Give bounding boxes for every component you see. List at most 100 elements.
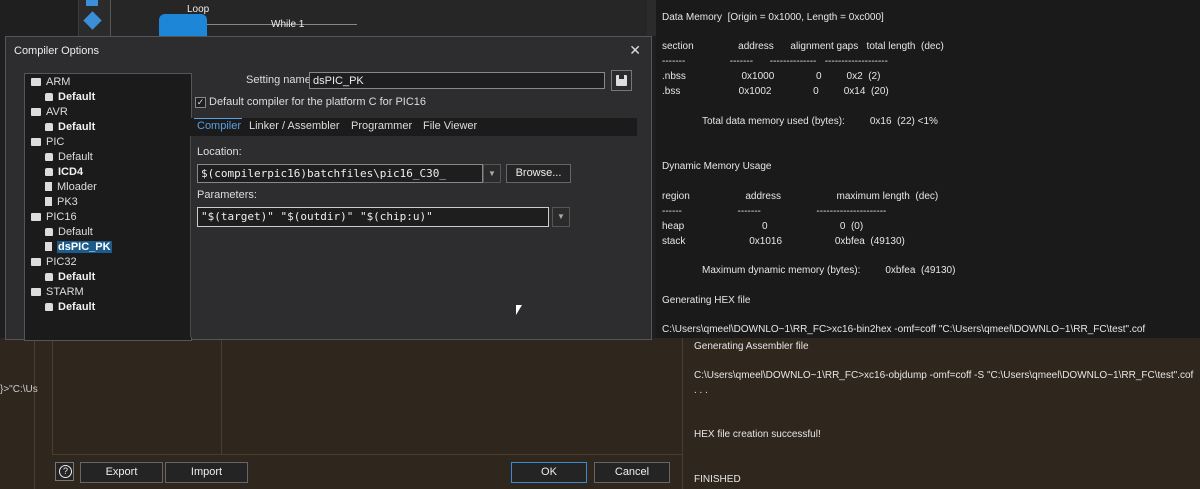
tree-item-label: Default [58, 301, 96, 313]
parameters-dropdown-button[interactable]: ▼ [552, 207, 570, 227]
tree-item-label: PK3 [57, 196, 78, 208]
console-line: C:\Users\qmeel\DOWNLO~1\RR_FC>xc16-objdu… [694, 370, 1194, 381]
document-icon [45, 197, 52, 206]
default-compiler-checkbox[interactable]: ✓ [195, 97, 206, 108]
tree-item-label: ICD4 [58, 166, 84, 178]
tree-item-label: ARM [46, 76, 71, 88]
tree-item-starm-default[interactable]: Default [45, 301, 95, 313]
folder-icon [31, 108, 41, 116]
tab-file-viewer[interactable]: File Viewer [423, 120, 477, 132]
left-pane-text: }>"C:\Us [0, 384, 38, 395]
lock-icon [45, 93, 53, 101]
pane-divider [34, 338, 35, 489]
lock-icon [45, 123, 53, 131]
parameters-input[interactable]: "$(target)" "$(outdir)" "$(chip:u)" [197, 207, 549, 227]
tree-item-pic-mloader[interactable]: Mloader [45, 181, 97, 193]
setting-name-label: Setting name: [246, 74, 314, 86]
compiler-tree[interactable]: ARM Default AVR Default PIC Default ICD4… [24, 73, 192, 341]
console-line: heap 0 0 (0) [662, 221, 864, 232]
tree-folder-starm[interactable]: STARM [31, 286, 84, 298]
import-button[interactable]: Import [165, 462, 248, 483]
output-console[interactable]: Data Memory [Origin = 0x1000, Length = 0… [656, 0, 1200, 338]
tab-bar: Compiler Linker / Assembler Programmer F… [190, 118, 637, 136]
console-line: Generating Assembler file [694, 341, 809, 352]
tree-item-label: Default [58, 151, 93, 163]
tree-folder-pic16[interactable]: PIC16 [31, 211, 77, 223]
tree-item-pic-pk3[interactable]: PK3 [45, 196, 78, 208]
lock-icon [45, 153, 53, 161]
console-line: Generating HEX file [662, 295, 751, 306]
floppy-disk-shutter [619, 75, 624, 79]
tree-item-label: PIC16 [46, 211, 77, 223]
mouse-pointer-icon [516, 305, 522, 315]
dialog-title: Compiler Options [14, 45, 99, 57]
tree-item-avr-default[interactable]: Default [45, 121, 95, 133]
tree-item-label: PIC [46, 136, 65, 148]
pane-divider [52, 338, 53, 454]
folder-icon [31, 138, 41, 146]
while-label: While 1 [271, 19, 305, 30]
active-tab-indicator [194, 118, 242, 119]
tab-linker-assembler[interactable]: Linker / Assembler [249, 120, 339, 132]
folder-icon [31, 258, 41, 266]
setting-name-input[interactable]: dsPIC_PK [309, 72, 605, 89]
folder-icon [31, 213, 41, 221]
console-line: HEX file creation successful! [694, 429, 821, 440]
flowchart-canvas[interactable]: Loop While 1 [110, 0, 647, 36]
lock-icon [45, 228, 53, 236]
console-line: FINISHED [694, 474, 741, 485]
tab-compiler[interactable]: Compiler [197, 120, 241, 132]
export-button[interactable]: Export [80, 462, 163, 483]
browse-button[interactable]: Browse... [506, 164, 571, 183]
output-console-lower[interactable]: Generating Assembler file C:\Users\qmeel… [688, 338, 1200, 489]
folder-icon [31, 78, 41, 86]
tree-item-arm-default[interactable]: Default [45, 91, 95, 103]
tab-programmer[interactable]: Programmer [351, 120, 412, 132]
cancel-button[interactable]: Cancel [594, 462, 670, 483]
tree-item-label: Mloader [57, 181, 97, 193]
console-line: region address maximum length (dec) [662, 191, 939, 202]
ok-button[interactable]: OK [511, 462, 587, 483]
location-input[interactable]: $(compilerpic16)batchfiles\pic16_C30_ [197, 164, 483, 183]
console-line: C:\Users\qmeel\DOWNLO~1\RR_FC>xc16-bin2h… [662, 324, 1146, 335]
save-button[interactable] [611, 70, 632, 91]
tree-item-label: Default [58, 91, 96, 103]
tree-folder-pic[interactable]: PIC [31, 136, 64, 148]
tree-item-label: STARM [46, 286, 84, 298]
tree-item-pic32-default[interactable]: Default [45, 271, 95, 283]
console-line: ------- ------- -------------- ---------… [662, 56, 888, 67]
tree-item-pic16-default[interactable]: Default [45, 226, 93, 238]
console-line: Maximum dynamic memory (bytes): 0xbfea (… [702, 265, 956, 276]
tree-item-pic16-dspic-pk[interactable]: dsPIC_PK [45, 241, 112, 253]
pane-divider [682, 338, 683, 489]
help-button[interactable]: ? [55, 462, 74, 481]
flow-tool-icon[interactable] [86, 0, 98, 6]
tree-folder-pic32[interactable]: PIC32 [31, 256, 77, 268]
tree-folder-arm[interactable]: ARM [31, 76, 70, 88]
console-line: . . . [694, 385, 708, 396]
parameters-label: Parameters: [197, 189, 257, 201]
close-icon[interactable]: ✕ [629, 42, 641, 59]
folder-icon [31, 288, 41, 296]
tree-item-label: AVR [46, 106, 68, 118]
loop-block-icon[interactable] [159, 14, 207, 36]
console-line: section address alignment gaps total len… [662, 41, 944, 52]
lock-icon [45, 273, 53, 281]
lock-icon [45, 303, 53, 311]
pane-divider [52, 454, 682, 455]
console-line: Total data memory used (bytes): 0x16 (22… [702, 116, 938, 127]
pane-divider [221, 338, 222, 454]
compiler-options-dialog: Compiler Options ✕ ARM Default AVR Defau… [5, 36, 652, 341]
tree-item-label: dsPIC_PK [57, 241, 112, 253]
console-line: Dynamic Memory Usage [662, 161, 772, 172]
tree-item-pic-default[interactable]: Default [45, 151, 93, 163]
tree-folder-avr[interactable]: AVR [31, 106, 68, 118]
tree-item-pic-icd4[interactable]: ICD4 [45, 166, 83, 178]
document-icon [45, 242, 52, 251]
tree-item-label: Default [58, 226, 93, 238]
console-line: .bss 0x1002 0 0x14 (20) [662, 86, 889, 97]
location-dropdown-button[interactable]: ▼ [483, 164, 501, 183]
flowchart-toolbox [0, 0, 98, 36]
tree-item-label: PIC32 [46, 256, 77, 268]
console-line: Data Memory [Origin = 0x1000, Length = 0… [662, 12, 884, 23]
